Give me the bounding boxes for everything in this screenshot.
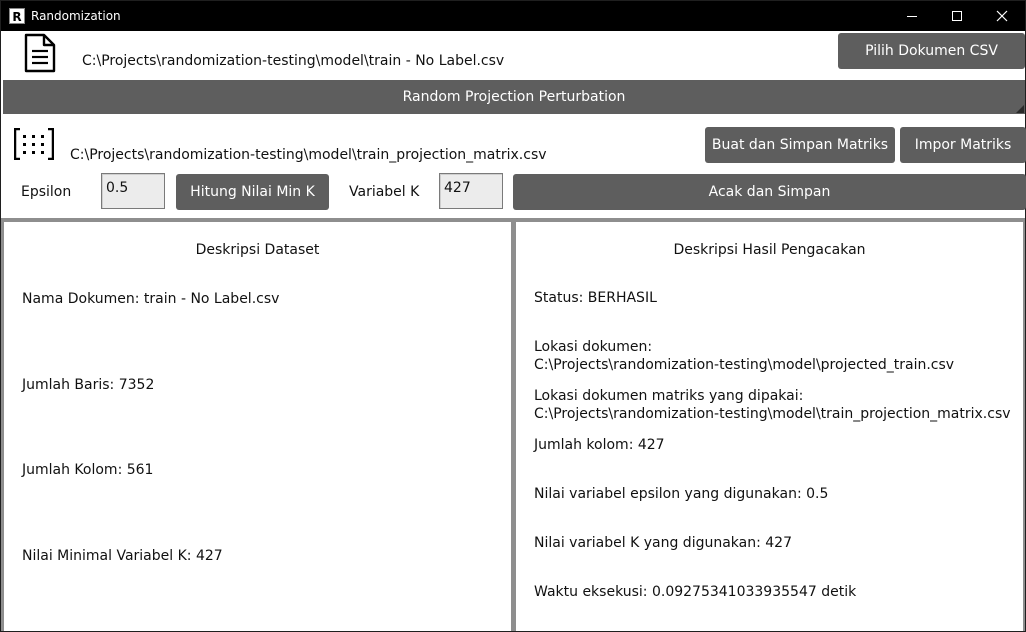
result-exec-time: Waktu eksekusi: 0.09275341033935547 deti… bbox=[534, 584, 857, 600]
window-title: Randomization bbox=[31, 9, 121, 23]
create-save-matrix-button[interactable]: Buat dan Simpan Matriks bbox=[705, 127, 895, 163]
epsilon-input[interactable]: 0.5 bbox=[101, 173, 165, 209]
result-description-panel: Deskripsi Hasil Pengacakan Status: BERHA… bbox=[516, 222, 1023, 631]
result-epsilon-used: Nilai variabel epsilon yang digunakan: 0… bbox=[534, 486, 829, 502]
close-icon bbox=[996, 10, 1008, 22]
result-status: Status: BERHASIL bbox=[534, 290, 657, 306]
title-bar[interactable]: R Randomization bbox=[1, 1, 1025, 31]
dataset-description-panel: Deskripsi Dataset Nama Dokumen: train - … bbox=[4, 222, 511, 631]
k-variable-input[interactable]: 427 bbox=[439, 173, 503, 209]
dataset-rows: Jumlah Baris: 7352 bbox=[22, 377, 155, 393]
maximize-icon bbox=[952, 11, 962, 21]
choose-csv-button[interactable]: Pilih Dokumen CSV bbox=[838, 33, 1025, 69]
result-columns: Jumlah kolom: 427 bbox=[534, 437, 665, 453]
matrix-icon bbox=[14, 128, 54, 160]
csv-path-label: C:\Projects\randomization-testing\model\… bbox=[82, 53, 505, 69]
dataset-panel-title: Deskripsi Dataset bbox=[195, 242, 320, 258]
result-panel-title: Deskripsi Hasil Pengacakan bbox=[673, 242, 866, 258]
compute-min-k-button[interactable]: Hitung Nilai Min K bbox=[176, 174, 329, 210]
matrix-path-label: C:\Projects\randomization-testing\model\… bbox=[70, 147, 547, 163]
result-location-value: C:\Projects\randomization-testing\model\… bbox=[534, 357, 955, 373]
minimize-icon bbox=[907, 16, 917, 17]
close-button[interactable] bbox=[979, 1, 1025, 31]
dataset-name: Nama Dokumen: train - No Label.csv bbox=[22, 291, 280, 307]
app-icon: R bbox=[9, 8, 25, 24]
dataset-columns: Jumlah Kolom: 561 bbox=[22, 462, 154, 478]
result-location-label: Lokasi dokumen: bbox=[534, 339, 653, 355]
result-matrix-label: Lokasi dokumen matriks yang dipakai: bbox=[534, 388, 804, 404]
result-matrix-value: C:\Projects\randomization-testing\model\… bbox=[534, 406, 1011, 422]
result-k-used: Nilai variabel K yang digunakan: 427 bbox=[534, 535, 792, 551]
document-icon bbox=[24, 33, 56, 73]
randomize-save-button[interactable]: Acak dan Simpan bbox=[513, 174, 1026, 210]
section-title: Random Projection Perturbation bbox=[402, 89, 626, 105]
dataset-min-k: Nilai Minimal Variabel K: 427 bbox=[22, 548, 223, 564]
app-window: R Randomization C:\Projects\randomizatio… bbox=[0, 0, 1026, 632]
epsilon-label: Epsilon bbox=[21, 184, 72, 200]
import-matrix-button[interactable]: Impor Matriks bbox=[900, 127, 1026, 163]
maximize-button[interactable] bbox=[934, 1, 980, 31]
k-variable-label: Variabel K bbox=[349, 184, 420, 200]
section-header: Random Projection Perturbation bbox=[3, 80, 1025, 114]
minimize-button[interactable] bbox=[889, 1, 935, 31]
resize-grip-icon bbox=[1016, 105, 1024, 113]
